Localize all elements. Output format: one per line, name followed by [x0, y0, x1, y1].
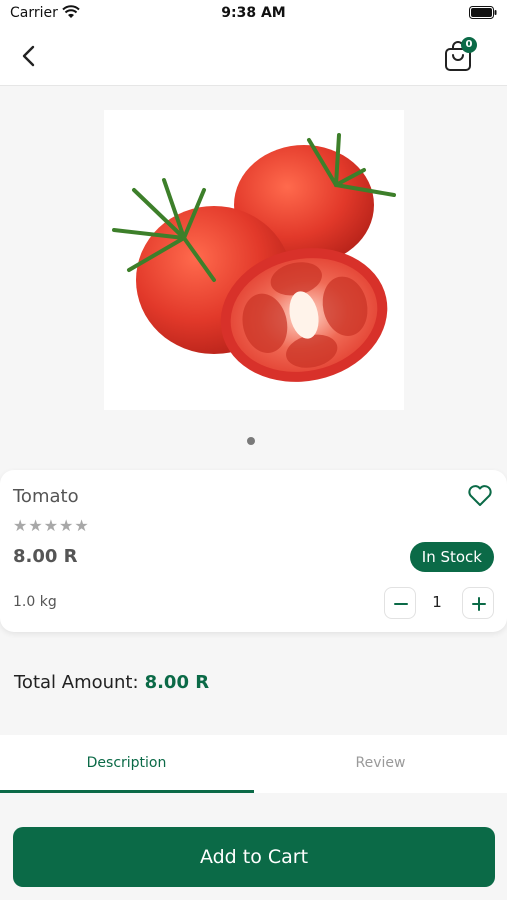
product-image [104, 110, 404, 410]
tomato-image [112, 133, 396, 382]
cart-count-badge: 0 [461, 37, 477, 53]
plus-icon [472, 597, 486, 611]
product-weight: 1.0 kg [13, 594, 57, 610]
status-bar: Carrier 9:38 AM [0, 0, 507, 28]
carousel-indicator[interactable] [247, 437, 255, 445]
detail-tabs: Description Review [0, 735, 507, 793]
quantity-value: 1 [432, 593, 442, 611]
product-card: Tomato ★★★★★ 8.00 R In Stock 1.0 kg 1 [0, 470, 507, 632]
back-icon[interactable] [16, 42, 44, 70]
battery-icon [469, 6, 497, 19]
total-label: Total Amount: [14, 672, 139, 693]
heart-icon[interactable] [467, 484, 493, 508]
total-value: 8.00 R [144, 672, 210, 693]
add-to-cart-button[interactable]: Add to Cart [13, 827, 495, 887]
clock: 9:38 AM [221, 5, 286, 21]
nav-bar: 0 [0, 28, 507, 86]
stock-badge: In Stock [409, 542, 494, 572]
increase-quantity-button[interactable] [462, 587, 494, 619]
decrease-quantity-button[interactable] [384, 587, 416, 619]
minus-icon [394, 603, 408, 605]
tab-review[interactable]: Review [254, 735, 507, 793]
tab-description[interactable]: Description [0, 735, 253, 793]
product-name: Tomato [13, 486, 79, 507]
total-amount: Total Amount: 8.00 R [14, 672, 209, 693]
active-tab-indicator [0, 790, 254, 793]
product-price: 8.00 R [13, 546, 78, 567]
rating-stars: ★★★★★ [13, 516, 90, 535]
